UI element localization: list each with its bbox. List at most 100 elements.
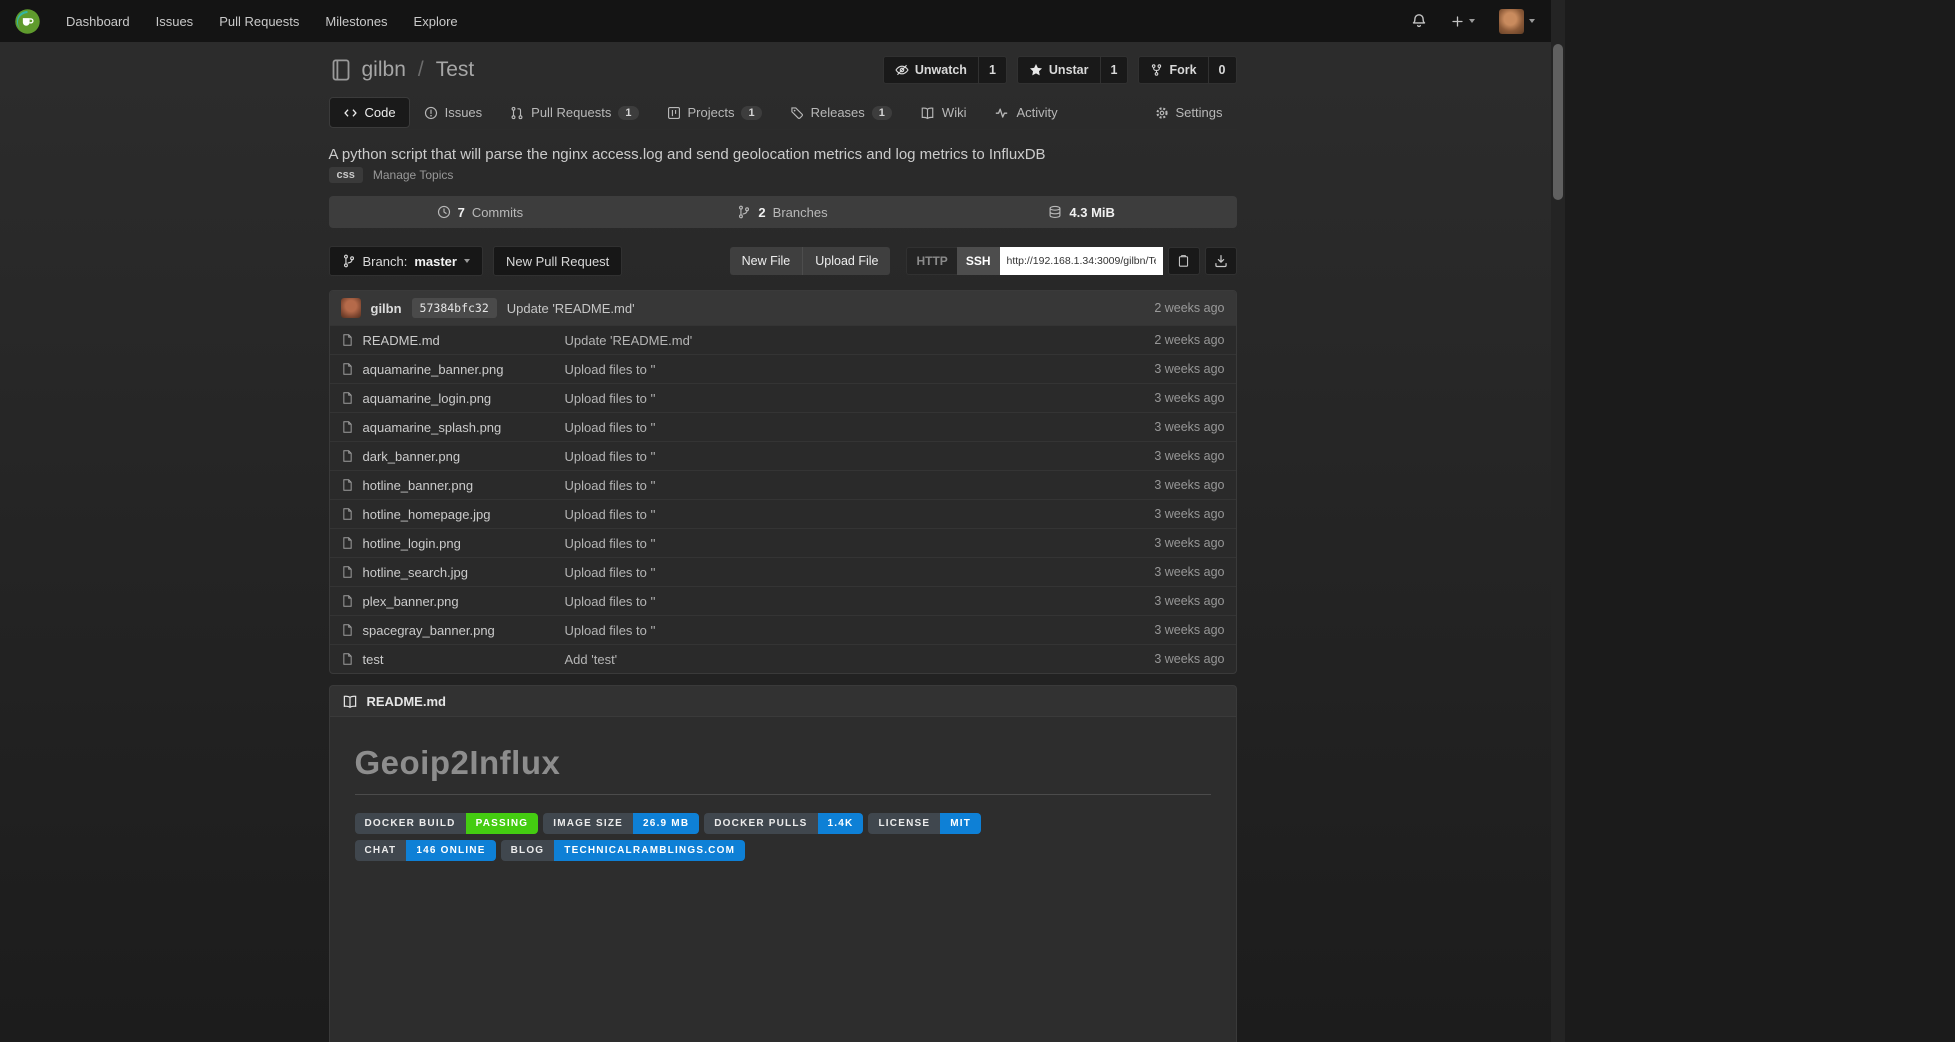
file-commit-time: 3 weeks ago bbox=[1154, 536, 1224, 550]
file-name-cell[interactable]: plex_banner.png bbox=[341, 594, 565, 609]
navbar-right bbox=[1405, 5, 1551, 38]
shield-badge[interactable]: LICENSE MIT bbox=[868, 813, 981, 834]
file-name-cell[interactable]: test bbox=[341, 652, 565, 667]
stat-branches[interactable]: 2 Branches bbox=[631, 196, 934, 228]
commit-sha-badge[interactable]: 57384bfc32 bbox=[412, 298, 497, 318]
tab-projects[interactable]: Projects 1 bbox=[653, 97, 776, 128]
tab-activity[interactable]: Activity bbox=[980, 97, 1071, 128]
new-file-button[interactable]: New File bbox=[730, 247, 803, 275]
clone-url-input[interactable] bbox=[1000, 247, 1163, 275]
manage-topics-link[interactable]: Manage Topics bbox=[373, 168, 454, 182]
file-commit-message[interactable]: Upload files to '' bbox=[565, 507, 1155, 522]
badge-value: 1.4K bbox=[818, 813, 864, 834]
file-commit-message[interactable]: Upload files to '' bbox=[565, 391, 1155, 406]
file-name-cell[interactable]: README.md bbox=[341, 333, 565, 348]
file-commit-message[interactable]: Upload files to '' bbox=[565, 449, 1155, 464]
topic-badge[interactable]: css bbox=[329, 167, 363, 183]
code-controls-row: Branch: master New Pull Request New File… bbox=[329, 246, 1237, 276]
gitea-logo-icon[interactable] bbox=[14, 8, 41, 35]
user-menu-dropdown[interactable] bbox=[1493, 5, 1541, 38]
vertical-scrollbar[interactable] bbox=[1551, 0, 1565, 1042]
shield-badge[interactable]: CHAT 146 ONLINE bbox=[355, 840, 496, 861]
file-name-cell[interactable]: hotline_login.png bbox=[341, 536, 565, 551]
commits-label: Commits bbox=[472, 205, 523, 220]
nav-link[interactable]: Milestones bbox=[312, 0, 400, 42]
file-commit-message[interactable]: Upload files to '' bbox=[565, 565, 1155, 580]
tab-wiki[interactable]: Wiki bbox=[906, 97, 981, 128]
clone-http-toggle[interactable]: HTTP bbox=[906, 247, 956, 275]
pulse-icon bbox=[994, 106, 1009, 120]
file-name: spacegray_banner.png bbox=[363, 623, 495, 638]
nav-link[interactable]: Pull Requests bbox=[206, 0, 312, 42]
new-pull-request-button[interactable]: New Pull Request bbox=[493, 246, 622, 276]
book-icon bbox=[920, 106, 935, 120]
commit-author-avatar[interactable] bbox=[341, 298, 361, 318]
upload-file-button[interactable]: Upload File bbox=[802, 247, 890, 275]
file-commit-time: 3 weeks ago bbox=[1154, 594, 1224, 608]
file-icon bbox=[341, 420, 354, 434]
tab-issues[interactable]: Issues bbox=[410, 97, 497, 128]
clone-ssh-toggle[interactable]: SSH bbox=[957, 247, 1000, 275]
file-name-cell[interactable]: aquamarine_banner.png bbox=[341, 362, 565, 377]
shield-badge[interactable]: DOCKER PULLS 1.4K bbox=[704, 813, 863, 834]
file-name-cell[interactable]: hotline_homepage.jpg bbox=[341, 507, 565, 522]
file-name-cell[interactable]: dark_banner.png bbox=[341, 449, 565, 464]
download-button[interactable] bbox=[1205, 247, 1237, 275]
file-commit-message[interactable]: Upload files to '' bbox=[565, 420, 1155, 435]
tab-settings[interactable]: Settings bbox=[1141, 97, 1237, 128]
file-commit-message[interactable]: Upload files to '' bbox=[565, 594, 1155, 609]
tab-pull-requests[interactable]: Pull Requests 1 bbox=[496, 97, 652, 128]
file-name-cell[interactable]: aquamarine_login.png bbox=[341, 391, 565, 406]
stat-commits[interactable]: 7 Commits bbox=[329, 196, 632, 228]
file-commit-time: 3 weeks ago bbox=[1154, 391, 1224, 405]
nav-link[interactable]: Dashboard bbox=[53, 0, 143, 42]
copy-url-button[interactable] bbox=[1168, 247, 1200, 275]
tab-label: Settings bbox=[1176, 105, 1223, 120]
file-icon bbox=[341, 536, 354, 550]
file-commit-message[interactable]: Upload files to '' bbox=[565, 623, 1155, 638]
page-container: gilbn / Test Unwatch 1 Unstar bbox=[329, 50, 1237, 1042]
file-icon bbox=[341, 623, 354, 637]
file-name-cell[interactable]: spacegray_banner.png bbox=[341, 623, 565, 638]
file-name-cell[interactable]: hotline_banner.png bbox=[341, 478, 565, 493]
badge-label: IMAGE SIZE bbox=[543, 813, 633, 834]
shield-badge[interactable]: BLOG TECHNICALRAMBLINGS.COM bbox=[501, 840, 746, 861]
eye-slash-icon bbox=[895, 63, 909, 77]
nav-link[interactable]: Issues bbox=[143, 0, 207, 42]
file-name-cell[interactable]: aquamarine_splash.png bbox=[341, 420, 565, 435]
file-name: hotline_homepage.jpg bbox=[363, 507, 491, 522]
file-row: plex_banner.png Upload files to '' 3 wee… bbox=[330, 586, 1236, 615]
file-commit-message[interactable]: Upload files to '' bbox=[565, 362, 1155, 377]
shield-badge[interactable]: DOCKER BUILD PASSING bbox=[355, 813, 539, 834]
clock-icon bbox=[437, 205, 451, 219]
branch-selector-dropdown[interactable]: Branch: master bbox=[329, 246, 483, 276]
notifications-button[interactable] bbox=[1405, 9, 1433, 33]
file-commit-message[interactable]: Update 'README.md' bbox=[565, 333, 1155, 348]
clone-url-group: HTTP SSH bbox=[906, 247, 1236, 275]
file-commit-message[interactable]: Upload files to '' bbox=[565, 478, 1155, 493]
unwatch-button[interactable]: Unwatch bbox=[883, 56, 979, 84]
tab-code[interactable]: Code bbox=[329, 97, 410, 128]
commit-author-name[interactable]: gilbn bbox=[371, 301, 402, 316]
fork-button[interactable]: Fork bbox=[1138, 56, 1208, 84]
create-new-dropdown[interactable] bbox=[1445, 11, 1481, 32]
nav-link[interactable]: Explore bbox=[401, 0, 471, 42]
scrollbar-thumb[interactable] bbox=[1553, 44, 1563, 200]
watchers-count[interactable]: 1 bbox=[979, 56, 1007, 84]
shield-badge[interactable]: IMAGE SIZE 26.9 MB bbox=[543, 813, 699, 834]
tab-label: Releases bbox=[811, 105, 865, 120]
gear-icon bbox=[1155, 106, 1169, 120]
forks-count[interactable]: 0 bbox=[1209, 56, 1237, 84]
file-commit-message[interactable]: Add 'test' bbox=[565, 652, 1155, 667]
repo-name-link[interactable]: Test bbox=[436, 58, 475, 82]
unstar-button[interactable]: Unstar bbox=[1017, 56, 1101, 84]
tab-releases[interactable]: Releases 1 bbox=[776, 97, 906, 128]
tab-count-badge: 1 bbox=[872, 106, 892, 120]
stars-count[interactable]: 1 bbox=[1101, 56, 1129, 84]
commit-message[interactable]: Update 'README.md' bbox=[507, 301, 635, 316]
file-name-cell[interactable]: hotline_search.jpg bbox=[341, 565, 565, 580]
repo-owner-link[interactable]: gilbn bbox=[362, 58, 406, 82]
file-icon bbox=[341, 652, 354, 666]
stat-size[interactable]: 4.3 MiB bbox=[934, 196, 1237, 228]
file-commit-message[interactable]: Upload files to '' bbox=[565, 536, 1155, 551]
